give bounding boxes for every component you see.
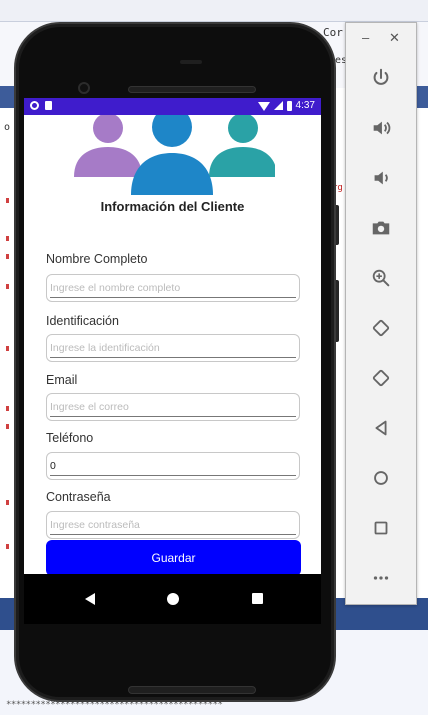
id-label: Identificación [46,314,119,328]
minimize-icon[interactable]: – [362,30,369,45]
earpiece-speaker [128,86,256,93]
full-name-field[interactable]: Ingrese el nombre completo [46,274,300,302]
close-icon[interactable]: ✕ [389,30,400,46]
more-button[interactable] [361,563,401,593]
recents-icon[interactable] [252,593,263,604]
ide-gutter [0,108,14,598]
users-logo-icon [74,115,275,195]
phone-label: Teléfono [46,431,94,445]
rotate-right-button[interactable] [361,363,401,393]
phone-top-sensor [180,60,202,64]
ide-fragment: Cor [323,26,343,39]
zoom-icon [372,269,390,287]
back-button[interactable] [361,413,401,443]
home-icon [374,471,388,485]
overview-icon [374,521,388,535]
volume-down-icon [374,171,388,185]
front-camera [78,82,90,94]
phone-screen: 4:37 Información del Cliente Nombre Comp… [24,98,321,624]
volume-up-button[interactable] [361,113,401,143]
rotate-left-button[interactable] [361,313,401,343]
wifi-icon [257,101,270,111]
power-button[interactable] [361,63,401,93]
password-field[interactable]: Ingrese contraseña [46,511,300,539]
save-button[interactable]: Guardar [46,540,301,576]
zoom-button[interactable] [361,263,401,293]
back-icon[interactable] [85,593,95,605]
id-field[interactable]: Ingrese la identificación [46,334,300,362]
notification-circle-icon [30,101,39,110]
rotate-left-icon [372,319,390,337]
bottom-speaker [128,686,256,694]
volume-down-button[interactable] [361,163,401,193]
volume-up-icon [373,121,391,135]
battery-icon [286,100,292,111]
email-label: Email [46,373,78,387]
phone-field[interactable]: 0 [46,452,300,480]
rotate-right-icon [372,369,390,387]
back-icon [375,420,387,436]
power-icon [373,68,389,85]
password-label: Contraseña [46,490,111,504]
camera-icon [372,221,390,235]
home-icon[interactable] [167,593,179,605]
full-name-label: Nombre Completo [46,252,148,266]
overview-button[interactable] [361,513,401,543]
more-icon [373,576,389,580]
signal-icon [273,101,283,110]
page-title: Información del Cliente [100,199,245,214]
screenshot-button[interactable] [361,213,401,243]
status-bar: 4:37 [24,98,321,115]
status-time: 4:37 [295,100,315,111]
ide-top-bar [0,0,428,22]
android-nav-bar [24,574,321,624]
client-form: Información del Cliente Nombre Completo … [24,115,321,574]
sd-card-icon [45,101,52,110]
home-button[interactable] [361,463,401,493]
email-field[interactable]: Ingrese el correo [46,393,300,421]
emulator-toolbar: – ✕ [345,22,417,605]
